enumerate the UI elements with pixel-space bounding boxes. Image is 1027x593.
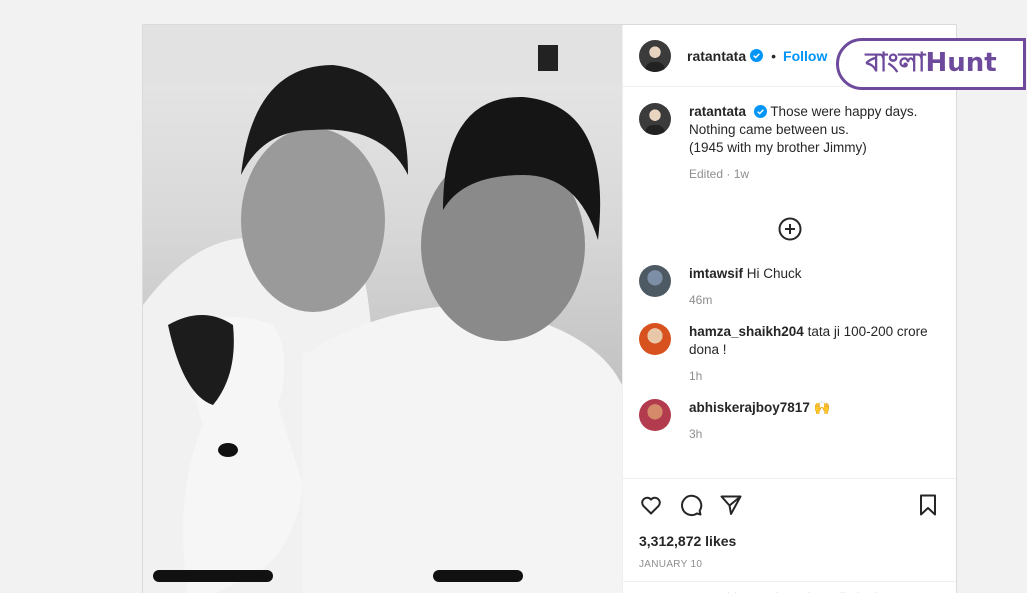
comment-time[interactable]: 3h bbox=[689, 425, 830, 443]
plus-circle-icon[interactable] bbox=[778, 217, 802, 241]
bookmark-icon[interactable] bbox=[916, 493, 940, 517]
comment-text: 🙌 bbox=[813, 400, 831, 415]
caption: ratantata Those were happy days. Nothing… bbox=[639, 103, 940, 183]
comment-item: abhiskerajboy7817 🙌 3h bbox=[639, 399, 940, 443]
caption-line-2: Nothing came between us. bbox=[689, 122, 849, 137]
post-actions: 3,312,872 likes JANUARY 10 bbox=[623, 478, 956, 593]
author-avatar[interactable] bbox=[639, 39, 671, 72]
comment-icon[interactable] bbox=[679, 493, 703, 517]
photo-illustration bbox=[143, 25, 622, 593]
verified-badge-icon bbox=[750, 49, 764, 62]
post-photo[interactable] bbox=[143, 25, 622, 593]
add-comment-notice: Comments on this post have been limited. bbox=[623, 581, 956, 593]
site-logo: বাংলাHunt bbox=[836, 38, 1026, 90]
comment-text: Hi Chuck bbox=[746, 266, 802, 281]
follow-button[interactable]: Follow bbox=[783, 48, 827, 64]
commenter-username[interactable]: abhiskerajboy7817 bbox=[689, 400, 810, 415]
comment-item: hamza_shaikh204 tata ji 100-200 crore do… bbox=[639, 323, 940, 385]
comment-item: imtawsif Hi Chuck 46m bbox=[639, 265, 940, 309]
commenter-username[interactable]: imtawsif bbox=[689, 266, 743, 281]
send-icon[interactable] bbox=[719, 493, 743, 517]
author-username[interactable]: ratantata bbox=[687, 48, 746, 64]
comment-time[interactable]: 46m bbox=[689, 291, 802, 309]
post-modal: ratantata • Follow ratantata Those were … bbox=[142, 24, 957, 593]
caption-avatar[interactable] bbox=[639, 103, 671, 135]
commenter-avatar[interactable] bbox=[639, 265, 671, 297]
heart-icon[interactable] bbox=[639, 493, 663, 517]
post-sidebar: ratantata • Follow ratantata Those were … bbox=[622, 25, 956, 593]
commenter-username[interactable]: hamza_shaikh204 bbox=[689, 324, 804, 339]
likes-count[interactable]: 3,312,872 likes bbox=[639, 533, 940, 549]
commenter-avatar[interactable] bbox=[639, 323, 671, 355]
load-more-comments[interactable] bbox=[639, 197, 940, 265]
caption-meta: Edited · 1w bbox=[689, 167, 750, 181]
comment-time[interactable]: 1h bbox=[689, 367, 939, 385]
separator-dot: • bbox=[771, 47, 777, 64]
caption-username[interactable]: ratantata bbox=[689, 104, 746, 119]
commenter-avatar[interactable] bbox=[639, 399, 671, 431]
comments-list[interactable]: ratantata Those were happy days. Nothing… bbox=[623, 87, 956, 478]
caption-line-1: Those were happy days. bbox=[770, 104, 918, 119]
verified-badge-icon bbox=[753, 105, 767, 118]
post-date[interactable]: JANUARY 10 bbox=[639, 559, 940, 570]
caption-line-3: (1945 with my brother Jimmy) bbox=[689, 140, 867, 155]
